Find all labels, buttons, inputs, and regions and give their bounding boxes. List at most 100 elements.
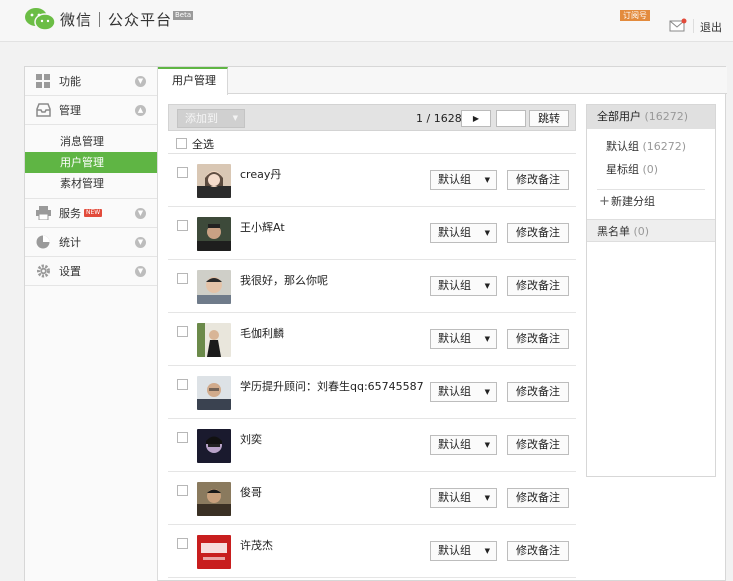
user-row: creay丹 默认组 ▼ 修改备注	[168, 154, 576, 207]
caret-down-icon: ▼	[232, 114, 238, 122]
row-checkbox[interactable]	[177, 167, 188, 178]
user-row: 毛伽利麟 默认组 ▼ 修改备注	[168, 313, 576, 366]
edit-note-button[interactable]: 修改备注	[507, 382, 569, 402]
select-all-row: 全选	[168, 132, 576, 154]
edit-note-button[interactable]: 修改备注	[507, 223, 569, 243]
row-checkbox[interactable]	[177, 220, 188, 231]
user-avatar[interactable]	[197, 482, 231, 516]
group-dropdown[interactable]: 默认组 ▼	[430, 541, 497, 561]
beta-badge: Beta	[173, 11, 194, 20]
row-checkbox[interactable]	[177, 326, 188, 337]
add-to-group-dropdown[interactable]: 添加到 ▼	[177, 109, 245, 128]
group-dropdown[interactable]: 默认组 ▼	[430, 435, 497, 455]
main-panel: 功能 ▼ 管理 ▲ 消息管理 用户管理 素材管理 服务 NEW ▼ 统计 ▼ 设…	[24, 66, 727, 581]
group-dropdown[interactable]: 默认组 ▼	[430, 488, 497, 508]
user-avatar[interactable]	[197, 217, 231, 251]
user-avatar[interactable]	[197, 164, 231, 198]
user-avatar[interactable]	[197, 323, 231, 357]
row-checkbox[interactable]	[177, 485, 188, 496]
edit-note-button[interactable]: 修改备注	[507, 541, 569, 561]
group-dropdown[interactable]: 默认组 ▼	[430, 382, 497, 402]
sidebar-item-functions[interactable]: 功能 ▼	[25, 67, 157, 96]
group-name: 黑名单	[597, 225, 630, 238]
mail-icon[interactable]	[669, 18, 687, 32]
group-count: (16272)	[642, 140, 687, 153]
user-avatar[interactable]	[197, 535, 231, 569]
caret-down-icon: ▼	[484, 176, 490, 184]
group-dropdown[interactable]: 默认组 ▼	[430, 276, 497, 296]
printer-icon	[36, 206, 51, 220]
caret-down-icon: ▼	[484, 335, 490, 343]
tab-bar: 用户管理	[158, 67, 727, 95]
row-checkbox[interactable]	[177, 379, 188, 390]
tab-user-management[interactable]: 用户管理	[158, 67, 228, 95]
select-all-checkbox[interactable]	[176, 138, 187, 149]
caret-down-icon: ▼	[484, 547, 490, 555]
sidebar-item-settings[interactable]: 设置 ▼	[25, 257, 157, 286]
chevron-down-icon: ▼	[135, 76, 146, 87]
edit-note-button[interactable]: 修改备注	[507, 488, 569, 508]
caret-down-icon: ▼	[484, 441, 490, 449]
sidebar-item-services[interactable]: 服务 NEW ▼	[25, 199, 157, 228]
page-indicator: 1 / 1628	[416, 112, 462, 125]
user-row: 俊哥 默认组 ▼ 修改备注	[168, 472, 576, 525]
user-name: 我很好，那么你呢	[240, 274, 328, 287]
sidebar-subitem-users[interactable]: 用户管理	[25, 152, 157, 173]
caret-down-icon: ▼	[484, 494, 490, 502]
jump-button[interactable]: 跳转	[529, 110, 569, 127]
sidebar-item-stats[interactable]: 统计 ▼	[25, 228, 157, 257]
group-all-users[interactable]: 全部用户 (16272)	[587, 105, 715, 129]
user-name: 刘奕	[240, 433, 262, 446]
group-panel: 全部用户 (16272) 默认组 (16272) 星标组 (0) + 新建分组 …	[586, 104, 716, 477]
row-checkbox[interactable]	[177, 538, 188, 549]
divider	[693, 19, 694, 33]
group-dropdown[interactable]: 默认组 ▼	[430, 329, 497, 349]
sidebar-item-label: 服务	[59, 207, 81, 220]
group-label: 默认组	[438, 438, 471, 451]
sidebar-item-label: 统计	[59, 236, 81, 249]
user-list: creay丹 默认组 ▼ 修改备注 王小辉At 默认组 ▼ 修改备注 我很好，那么你…	[168, 154, 576, 578]
edit-note-button[interactable]: 修改备注	[507, 329, 569, 349]
list-toolbar: 添加到 ▼ 1 / 1628 ▶ 跳转	[168, 104, 576, 131]
edit-note-button[interactable]: 修改备注	[507, 276, 569, 296]
user-row: 许茂杰 默认组 ▼ 修改备注	[168, 525, 576, 578]
chevron-down-icon: ▼	[135, 208, 146, 219]
group-label: 默认组	[438, 491, 471, 504]
user-row: 我很好，那么你呢 默认组 ▼ 修改备注	[168, 260, 576, 313]
inbox-icon	[36, 103, 51, 117]
user-avatar[interactable]	[197, 270, 231, 304]
group-name: 全部用户	[597, 110, 641, 123]
chevron-down-icon: ▼	[135, 266, 146, 277]
group-default[interactable]: 默认组 (16272)	[587, 135, 715, 158]
sidebar-item-label: 功能	[59, 75, 81, 88]
new-group-label: 新建分组	[611, 195, 655, 208]
logout-link[interactable]: 退出	[700, 19, 722, 35]
row-checkbox[interactable]	[177, 432, 188, 443]
group-dropdown[interactable]: 默认组 ▼	[430, 223, 497, 243]
page-number-input[interactable]	[496, 110, 526, 127]
edit-note-button[interactable]: 修改备注	[507, 170, 569, 190]
user-avatar[interactable]	[197, 429, 231, 463]
user-avatar[interactable]	[197, 376, 231, 410]
sidebar-subitem-materials[interactable]: 素材管理	[25, 173, 157, 194]
user-row: 刘奕 默认组 ▼ 修改备注	[168, 419, 576, 472]
sidebar-subitem-messages[interactable]: 消息管理	[25, 131, 157, 152]
sidebar-item-label: 设置	[59, 265, 81, 278]
next-page-button[interactable]: ▶	[461, 110, 491, 127]
plus-icon: +	[599, 194, 610, 209]
group-starred[interactable]: 星标组 (0)	[587, 158, 715, 181]
pie-chart-icon	[36, 235, 50, 249]
group-dropdown[interactable]: 默认组 ▼	[430, 170, 497, 190]
brand-title: 微信｜公众平台	[60, 11, 173, 29]
wechat-logo-icon	[25, 8, 56, 31]
user-row: 王小辉At 默认组 ▼ 修改备注	[168, 207, 576, 260]
sidebar-item-manage[interactable]: 管理 ▲	[25, 96, 157, 125]
edit-note-button[interactable]: 修改备注	[507, 435, 569, 455]
row-checkbox[interactable]	[177, 273, 188, 284]
group-count: (16272)	[644, 110, 689, 123]
caret-down-icon: ▼	[484, 229, 490, 237]
gear-icon	[37, 264, 50, 278]
user-name: creay丹	[240, 168, 282, 181]
group-blacklist[interactable]: 黑名单 (0)	[587, 219, 715, 242]
new-group-button[interactable]: + 新建分组	[597, 189, 705, 213]
